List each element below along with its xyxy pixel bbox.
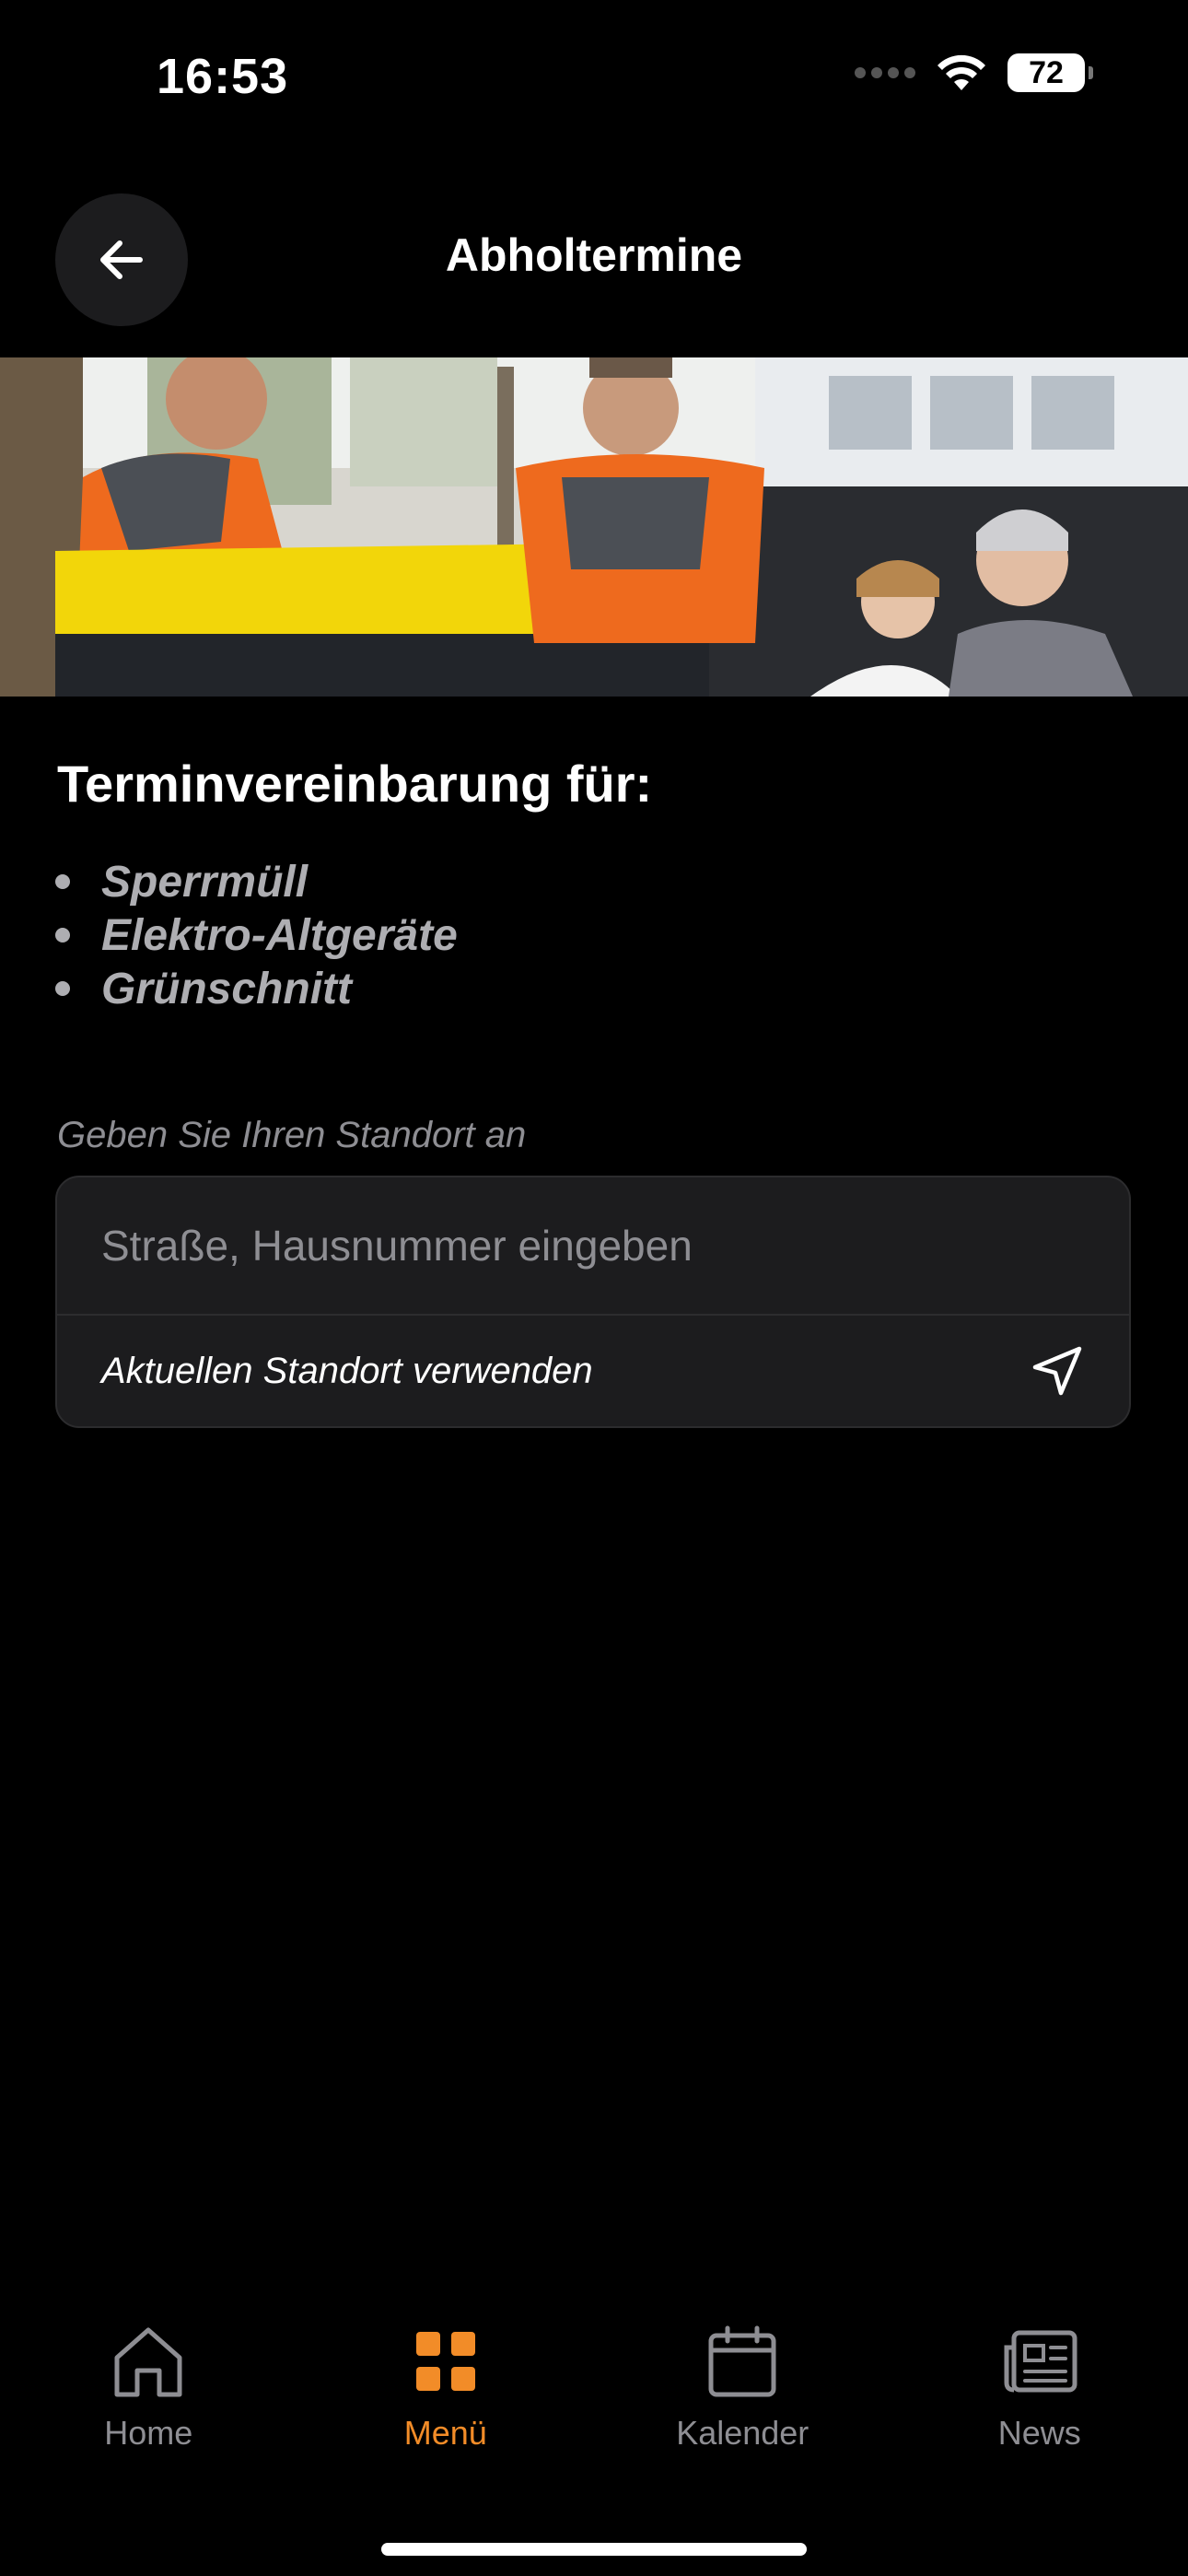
bullet-icon (55, 928, 70, 943)
tab-label: Home (104, 2414, 193, 2452)
list-item-label: Sperrmüll (101, 857, 309, 907)
location-box: Aktuellen Standort verwenden (55, 1176, 1131, 1428)
tab-kalender[interactable]: Kalender (594, 2303, 891, 2488)
list-item-label: Elektro-Altgeräte (101, 910, 458, 960)
tab-label: Kalender (676, 2414, 809, 2452)
service-list: Sperrmüll Elektro-Altgeräte Grünschnitt (55, 855, 458, 1015)
section-heading: Terminvereinbarung für: (57, 755, 653, 813)
cellular-signal-icon (855, 67, 915, 78)
status-time: 16:53 (157, 49, 289, 104)
address-input[interactable] (57, 1177, 1129, 1316)
tab-home[interactable]: Home (0, 2303, 297, 2488)
bullet-icon (55, 981, 70, 996)
use-current-location-button[interactable]: Aktuellen Standort verwenden (57, 1316, 1129, 1426)
newspaper-icon (1004, 2330, 1077, 2393)
tab-label: News (997, 2414, 1081, 2452)
tab-menu[interactable]: Menü (297, 2303, 595, 2488)
calendar-icon (708, 2325, 776, 2397)
battery-indicator: 72 (1007, 53, 1093, 92)
home-indicator (381, 2543, 807, 2556)
location-arrow-icon (1032, 1346, 1082, 1396)
use-current-location-label: Aktuellen Standort verwenden (101, 1350, 593, 1391)
list-item-label: Grünschnitt (101, 964, 352, 1013)
hero-image (0, 357, 1188, 697)
status-bar: 16:53 72 (0, 0, 1188, 157)
list-item: Grünschnitt (55, 962, 458, 1015)
list-item: Elektro-Altgeräte (55, 908, 458, 962)
bullet-icon (55, 874, 70, 889)
tab-bar: Home Menü Kalender News (0, 2303, 1188, 2488)
location-label: Geben Sie Ihren Standort an (57, 1115, 527, 1155)
status-indicators: 72 (855, 53, 1093, 92)
home-icon (114, 2327, 182, 2397)
tab-label: Menü (403, 2414, 487, 2452)
wifi-icon (938, 54, 985, 90)
tab-news[interactable]: News (891, 2303, 1188, 2488)
grid-icon (415, 2332, 475, 2391)
page-title: Abholtermine (445, 229, 743, 281)
list-item: Sperrmüll (55, 855, 458, 908)
